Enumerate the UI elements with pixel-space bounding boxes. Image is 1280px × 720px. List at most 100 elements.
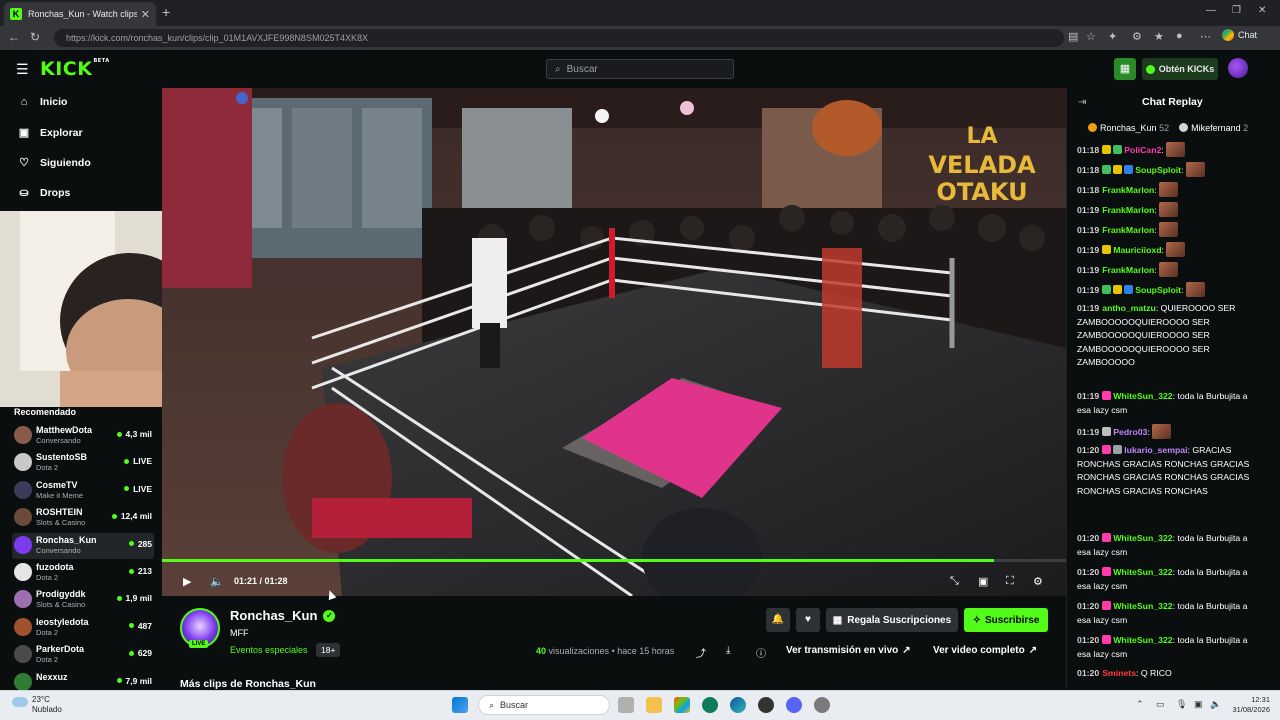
category-link[interactable]: Eventos especiales: [230, 645, 308, 655]
menu-icon[interactable]: ☰: [16, 61, 29, 78]
share-icon[interactable]: ⤴: [696, 645, 706, 660]
recommended-channel[interactable]: MatthewDota Conversando 4,3 mil: [12, 423, 154, 449]
play-icon[interactable]: ▶: [183, 575, 191, 588]
reload-icon[interactable]: ↻: [30, 30, 40, 44]
kick-logo[interactable]: KICKBETA: [40, 58, 110, 80]
channel-name: Prodigyddk: [36, 589, 86, 600]
volume-icon[interactable]: 🔈: [210, 575, 224, 588]
copilot-chat-button[interactable]: Chat: [1222, 29, 1257, 41]
nav-siguiendo[interactable]: ♡ Siguiendo: [18, 156, 91, 170]
user-avatar[interactable]: [1228, 58, 1248, 78]
report-icon[interactable]: ⓘ: [756, 645, 766, 660]
chat-username[interactable]: Pedro03: [1113, 427, 1147, 437]
top-gifter[interactable]: Mikefernand 2: [1179, 123, 1248, 133]
chat-username[interactable]: WhiteSun_322: [1113, 391, 1172, 401]
gift-icon-button[interactable]: ▦: [1114, 58, 1136, 80]
recommended-channel[interactable]: leostyledota Dota 2 487: [12, 615, 154, 641]
copilot-app-icon[interactable]: [674, 697, 690, 713]
tray-app-icon[interactable]: ▭: [1156, 699, 1165, 710]
recommended-channel[interactable]: ROSHTEIN Slots & Casino 12,4 mil: [12, 505, 154, 531]
chat-username[interactable]: SoupSploit: [1135, 165, 1181, 175]
back-icon[interactable]: ←: [8, 30, 20, 44]
recommended-channel[interactable]: CosmeTV Make it Meme LIVE: [12, 478, 154, 504]
settings-icon[interactable]: ⚙: [1033, 575, 1043, 588]
viewer-count-text: LIVE: [133, 483, 152, 494]
channel-name: ParkerDota: [36, 644, 85, 655]
collapse-chat-icon[interactable]: ⇥: [1078, 97, 1086, 108]
more-icon[interactable]: ⋯: [1200, 30, 1211, 43]
url-field[interactable]: https://kick.com/ronchas_kun/clips/clip_…: [54, 29, 1064, 47]
tracking-icon[interactable]: ⚙: [1132, 30, 1142, 43]
gift-icon: ⛀: [19, 187, 29, 199]
media-app-icon[interactable]: [758, 697, 774, 713]
discord-icon[interactable]: [786, 697, 802, 713]
watch-full-link[interactable]: Ver video completo ↗: [933, 645, 1037, 656]
subscribe-button[interactable]: ✧ Suscribirse: [964, 608, 1048, 632]
profile-icon[interactable]: ●: [1176, 30, 1183, 42]
chat-username[interactable]: FrankMarlon: [1102, 185, 1154, 195]
chat-username[interactable]: antho_matzu: [1102, 303, 1156, 313]
file-explorer-icon[interactable]: [646, 697, 662, 713]
chat-username[interactable]: SoupSploit: [1135, 285, 1181, 295]
chat-username[interactable]: FrankMarlon: [1102, 205, 1154, 215]
reader-icon[interactable]: ▤: [1068, 30, 1078, 43]
weather-widget[interactable]: 23°C Nublado: [12, 695, 62, 715]
notification-bell-button[interactable]: 🔔: [766, 608, 790, 632]
chat-username[interactable]: FrankMarlon: [1102, 265, 1154, 275]
chat-username[interactable]: PoliCan2: [1124, 145, 1161, 155]
network-icon[interactable]: ▣: [1194, 699, 1203, 710]
settings-app-icon[interactable]: [814, 697, 830, 713]
chat-username[interactable]: FrankMarlon: [1102, 225, 1154, 235]
video-player[interactable]: LA VELADA OTAKU: [162, 88, 1066, 596]
clip-icon[interactable]: ⤡: [950, 575, 959, 588]
task-view-icon[interactable]: [618, 697, 634, 713]
chat-timestamp: 01:19: [1077, 245, 1100, 255]
close-window-icon[interactable]: ✕: [1258, 5, 1266, 16]
maximize-icon[interactable]: ❐: [1232, 5, 1241, 16]
recommended-channel[interactable]: ParkerDota Dota 2 629: [12, 642, 154, 668]
chat-username[interactable]: WhiteSun_322: [1113, 533, 1172, 543]
search-box[interactable]: ⌕: [546, 59, 734, 79]
nav-drops[interactable]: ⛀ Drops: [18, 186, 70, 200]
channel-category: Dota 2: [36, 655, 59, 665]
recommended-channel[interactable]: Prodigyddk Slots & Casino 1,9 mil: [12, 587, 154, 613]
favorites-icon[interactable]: ★: [1154, 30, 1164, 43]
volume-tray-icon[interactable]: 🔈: [1210, 699, 1221, 710]
chat-username[interactable]: Sminets: [1102, 668, 1136, 678]
new-tab-button[interactable]: +: [162, 4, 170, 20]
fullscreen-icon[interactable]: ⛶: [1006, 575, 1014, 588]
taskbar-search[interactable]: ⌕ Buscar: [478, 695, 610, 715]
bookmark-star-icon[interactable]: ☆: [1086, 30, 1096, 43]
search-input[interactable]: [566, 63, 717, 75]
chat-username[interactable]: Mauriciioxd: [1113, 245, 1161, 255]
windows-start-icon[interactable]: [452, 697, 468, 713]
gift-subs-button[interactable]: ▦ Regala Suscripciones: [826, 608, 958, 632]
chat-username[interactable]: WhiteSun_322: [1113, 601, 1172, 611]
tray-chevron-icon[interactable]: ⌃: [1136, 699, 1144, 710]
edge-icon[interactable]: [730, 697, 746, 713]
microphone-icon[interactable]: 🎙: [1176, 699, 1187, 710]
recommended-channel[interactable]: Ronchas_Kun Conversando 285: [12, 532, 154, 559]
nav-explorar[interactable]: ▣ Explorar: [18, 126, 83, 140]
age-badge: 18+: [316, 643, 341, 657]
nav-inicio[interactable]: ⌂ Inicio: [18, 96, 68, 108]
theater-icon[interactable]: ▣: [978, 575, 988, 588]
app-icon[interactable]: [702, 697, 718, 713]
live-dot-icon: [124, 486, 130, 492]
chat-username[interactable]: WhiteSun_322: [1113, 635, 1172, 645]
close-tab-icon[interactable]: ✕: [141, 8, 150, 21]
recommended-channel[interactable]: SustentoSB Dota 2 LIVE: [12, 450, 154, 476]
download-icon[interactable]: ⤓: [726, 645, 730, 656]
follow-heart-button[interactable]: ♥: [796, 608, 820, 632]
chat-username[interactable]: lukario_sempai: [1124, 445, 1187, 455]
minimize-icon[interactable]: —: [1206, 5, 1216, 16]
channel-name[interactable]: Ronchas_Kun ✓: [230, 608, 336, 623]
chat-username[interactable]: WhiteSun_322: [1113, 567, 1172, 577]
browser-tab[interactable]: K Ronchas_Kun - Watch clips on Kick ✕: [4, 2, 156, 26]
extension-icon[interactable]: ✦: [1108, 30, 1117, 43]
taskbar-clock[interactable]: 12:31 31/08/2026: [1228, 695, 1270, 715]
get-kicks-button[interactable]: Obtén KICKs: [1142, 58, 1218, 80]
top-gifter[interactable]: Ronchas_Kun 52: [1088, 123, 1169, 133]
watch-live-link[interactable]: Ver transmisión en vivo ↗: [786, 645, 911, 656]
recommended-channel[interactable]: fuzodota Dota 2 213: [12, 560, 154, 586]
